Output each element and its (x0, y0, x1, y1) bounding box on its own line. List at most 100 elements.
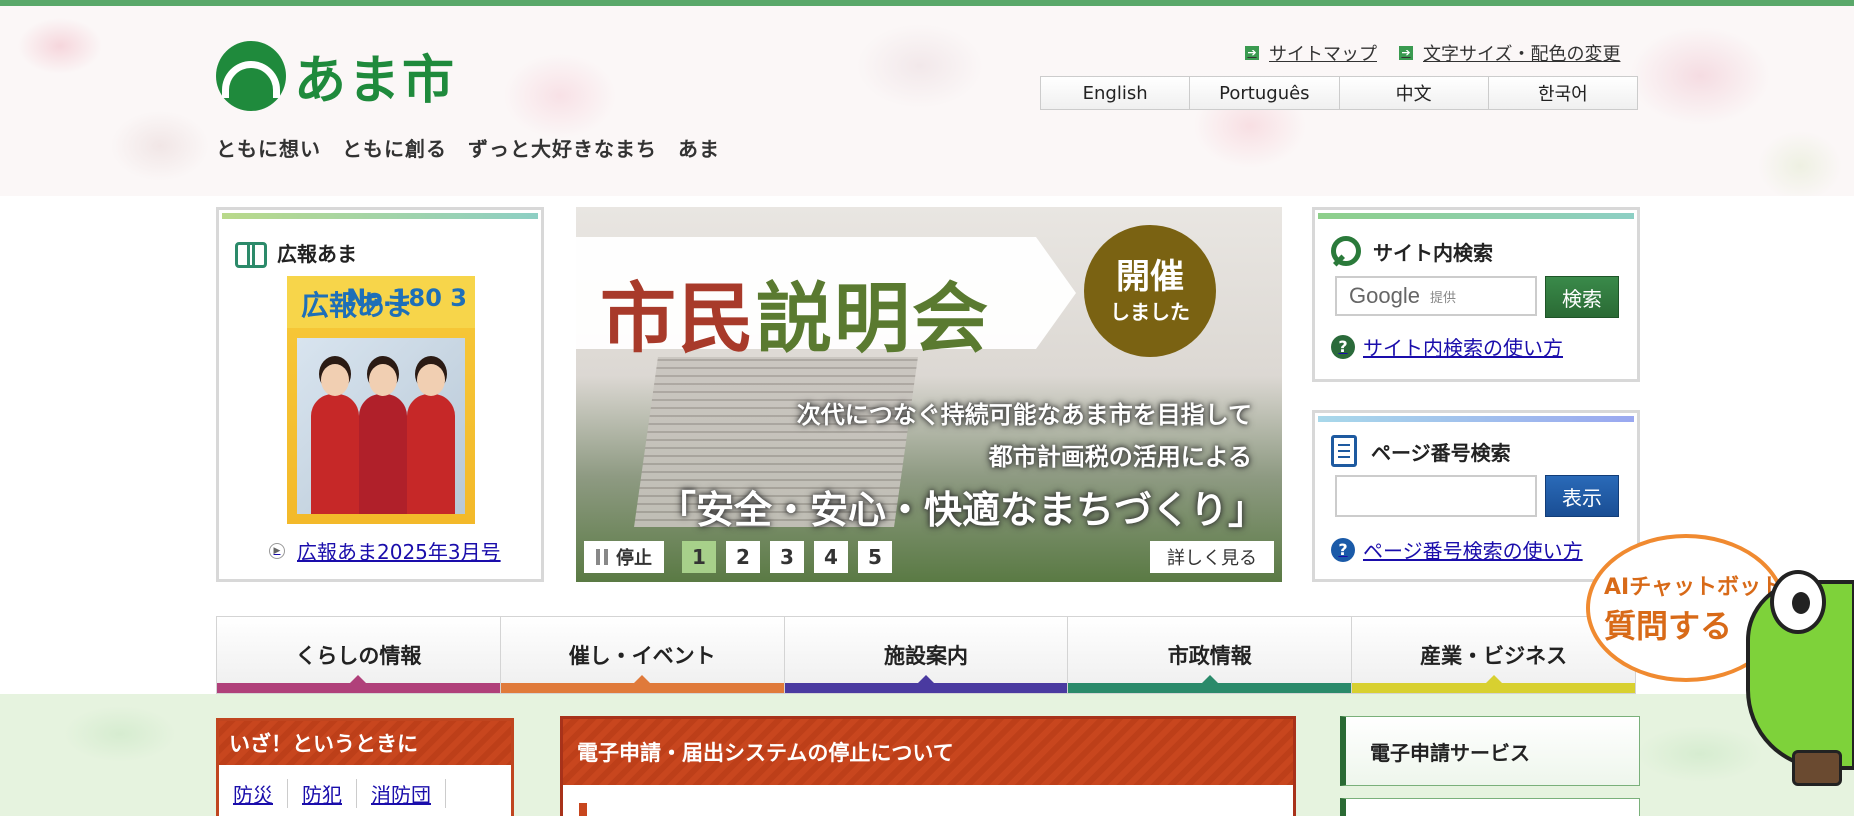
lang-english-button[interactable]: English (1041, 77, 1191, 109)
e-application-service-label: 電子申請サービス (1370, 740, 1530, 765)
lang-portuguese-button[interactable]: Português (1190, 77, 1340, 109)
search-icon (1331, 236, 1361, 266)
logo-text: あま市 (294, 51, 457, 111)
nav-color-bar (1068, 683, 1352, 693)
nav-facilities[interactable]: 施設案内 (783, 616, 1068, 694)
page-search-title-text: ページ番号検索 (1371, 440, 1511, 465)
language-selector: English Português 中文 한국어 (1040, 76, 1638, 110)
sitemap-link[interactable]: ➔ サイトマップ (1245, 40, 1377, 66)
badge-line1: 開催 (1116, 256, 1184, 297)
slider-stop-label: 停止 (616, 548, 652, 569)
kouhou-panel: 広報あま 広報あま No.180 3 ▶ 広報あま2025年3月号 (216, 207, 544, 582)
slider-subtitle-1: 次代につなぐ持続可能なあま市を目指して (796, 401, 1252, 429)
slider-more-button[interactable]: 詳しく見る (1150, 541, 1274, 573)
emergency-title: いざ！というときに (219, 721, 511, 765)
arrow-right-icon: ➔ (1245, 46, 1259, 60)
google-provided-label: 提供 (1429, 290, 1456, 306)
slider-page-2[interactable]: 2 (726, 541, 760, 573)
lang-korean-button[interactable]: 한국어 (1489, 77, 1637, 109)
cover-photo (297, 338, 465, 514)
nav-city-info[interactable]: 市政情報 (1067, 616, 1352, 694)
google-watermark: Google (1349, 283, 1420, 308)
panel-stripe (1318, 213, 1634, 219)
slider-page-5[interactable]: 5 (858, 541, 892, 573)
slider-page-4[interactable]: 4 (814, 541, 848, 573)
nav-events-label: 催し・イベント (568, 644, 716, 668)
slider-stop-button[interactable]: 停止 (584, 541, 664, 573)
slider-title-green: 説明会 (756, 274, 990, 363)
important-notice-panel: 電子申請・届出システムの停止について (560, 716, 1296, 816)
utility-links: ➔ サイトマップ ➔ 文字サイズ・配色の変更 (1245, 40, 1620, 66)
site-search-panel: サイト内検索 Google 提供 検索 ? サイト内検索の使い方 (1312, 207, 1640, 382)
site-search-input[interactable]: Google 提供 (1335, 276, 1537, 316)
nav-facilities-label: 施設案内 (883, 644, 968, 668)
nav-tick (917, 675, 934, 683)
slider-subtitle-3: 「安全・安心・快適なまちづくり」 (657, 488, 1266, 532)
frog-eye (1770, 570, 1826, 634)
site-logo[interactable]: あま市 (216, 38, 456, 113)
notice-bullet-mark (579, 803, 587, 816)
cover-person (407, 364, 455, 514)
notice-title: 電子申請・届出システムの停止について (563, 719, 1293, 785)
nav-tick (1201, 675, 1218, 683)
circle-arrow-icon: ▶ (269, 542, 285, 559)
slider-page-3[interactable]: 3 (770, 541, 804, 573)
emergency-links: 防災 防犯 消防団 (219, 765, 511, 808)
nav-tick (350, 675, 367, 683)
nav-kurashi-label: くらしの情報 (295, 644, 422, 668)
nav-business-label: 産業・ビジネス (1420, 644, 1568, 668)
chatbot-line2: 質問する (1604, 607, 1733, 645)
kouhou-title-text: 広報あま (277, 242, 357, 266)
kouhou-title: 広報あま (235, 238, 357, 268)
font-size-color-link-label: 文字サイズ・配色の変更 (1423, 44, 1621, 65)
nav-events[interactable]: 催し・イベント (499, 616, 784, 694)
slider-controls: 停止 1 2 3 4 5 (584, 541, 896, 573)
nav-color-bar (784, 683, 1068, 693)
slider-page-1[interactable]: 1 (682, 541, 716, 573)
global-nav: くらしの情報 催し・イベント 施設案内 市政情報 産業・ビジネス (216, 616, 1636, 694)
emergency-link-shouboudan[interactable]: 消防団 (371, 779, 446, 808)
slider-badge: 開催 しました (1084, 225, 1216, 357)
lang-chinese-button[interactable]: 中文 (1340, 77, 1489, 109)
book-icon (235, 241, 267, 268)
pause-icon (596, 549, 608, 565)
emergency-link-bouhan[interactable]: 防犯 (302, 779, 357, 808)
kouhou-issue-link-label: 広報あま2025年3月号 (297, 540, 501, 564)
cover-person (359, 364, 407, 514)
site-search-title-text: サイト内検索 (1373, 240, 1493, 265)
page-number-input[interactable] (1335, 475, 1537, 517)
kouhou-cover-image[interactable]: 広報あま No.180 3 (287, 276, 475, 524)
nav-city-info-label: 市政情報 (1167, 644, 1252, 668)
ai-chatbot-launcher[interactable]: AIチャットボットに 質問する (1586, 530, 1854, 816)
panel-stripe (1318, 416, 1634, 422)
emergency-link-bousai[interactable]: 防災 (233, 779, 288, 808)
main-slider[interactable]: 市民説明会 開催 しました 次代につなぐ持続可能なあま市を目指して 都市計画税の… (576, 207, 1282, 582)
slider-subtitle-2: 都市計画税の活用による (988, 443, 1252, 471)
site-search-button[interactable]: 検索 (1545, 276, 1619, 318)
nav-color-bar (500, 683, 784, 693)
city-slogan: ともに想い ともに創る ずっと大好きなまち あま (216, 137, 720, 161)
page-search-help-label: ページ番号検索の使い方 (1363, 539, 1583, 563)
page-search-title: ページ番号検索 (1331, 435, 1511, 467)
badge-line2: しました (1110, 299, 1190, 324)
frog-mascot-icon (1726, 540, 1854, 786)
kouhou-issue-link[interactable]: ▶ 広報あま2025年3月号 (269, 536, 501, 565)
page-search-help-link[interactable]: ? ページ番号検索の使い方 (1331, 535, 1583, 564)
nav-tick (634, 675, 651, 683)
panel-stripe (222, 213, 538, 219)
font-size-color-link[interactable]: ➔ 文字サイズ・配色の変更 (1399, 40, 1620, 66)
emergency-panel: いざ！というときに 防災 防犯 消防団 (216, 718, 514, 816)
slider-title-red: 市民 (600, 274, 756, 363)
sitemap-link-label: サイトマップ (1269, 44, 1377, 65)
arrow-right-icon: ➔ (1399, 46, 1413, 60)
city-emblem-icon (216, 40, 286, 111)
site-search-help-link[interactable]: ? サイト内検索の使い方 (1331, 332, 1563, 361)
cover-person (311, 364, 359, 514)
page-number-show-button[interactable]: 表示 (1545, 475, 1619, 517)
document-icon (1331, 435, 1357, 467)
slider-title: 市民説明会 (600, 257, 990, 367)
nav-kurashi[interactable]: くらしの情報 (216, 616, 500, 694)
nav-color-bar (217, 683, 500, 693)
question-icon: ? (1331, 537, 1355, 562)
nav-tick (1485, 675, 1502, 683)
